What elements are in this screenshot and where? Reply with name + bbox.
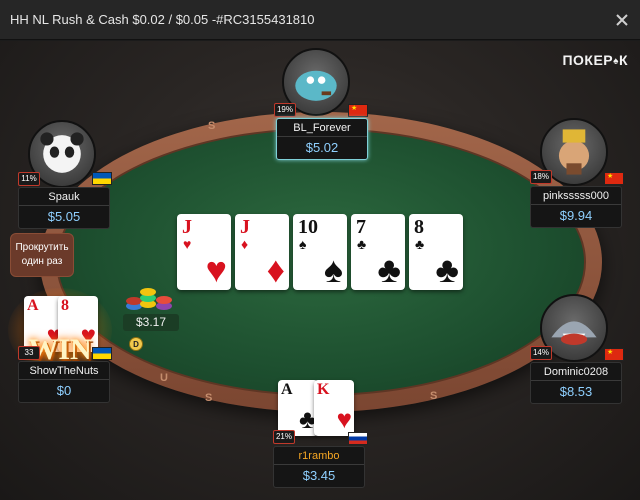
board-card: J ♥ ♥ [177, 214, 231, 290]
window-title: HH NL Rush & Cash $0.02 / $0.05 -#RC3155… [10, 12, 315, 27]
player-name: BL_Forever [277, 119, 367, 137]
player-plate-right[interactable]: pinksssss000 $9.94 [530, 186, 622, 228]
china-flag-icon [604, 172, 624, 185]
player-name: pinksssss000 [531, 187, 621, 205]
player-name: ShowTheNuts [19, 362, 109, 380]
player-plate-right-low[interactable]: Dominic0208 $8.53 [530, 362, 622, 404]
player-name: Dominic0208 [531, 363, 621, 381]
percent-badge: 21% [273, 430, 295, 444]
rail-letter: S [208, 120, 216, 132]
window-title-bar: HH NL Rush & Cash $0.02 / $0.05 -#RC3155… [0, 0, 640, 40]
club-icon: ♣ [435, 250, 459, 290]
diamond-icon: ♦ [266, 250, 285, 290]
board-card: 8 ♣ ♣ [409, 214, 463, 290]
heart-icon: ♥ [205, 250, 227, 290]
player-plate-top[interactable]: BL_Forever $5.02 [276, 118, 368, 160]
brand-logo: ПОКЕР♠К [562, 52, 628, 68]
board-card: 10 ♠ ♠ [293, 214, 347, 290]
run-it-once-button[interactable]: Прокрутить один раз [10, 233, 74, 277]
close-icon[interactable] [614, 12, 630, 28]
ukraine-flag-icon [92, 347, 112, 360]
hole-card: A ♣ [278, 380, 318, 436]
player-stack: $5.02 [305, 140, 339, 155]
russia-flag-icon [348, 432, 368, 445]
china-flag-icon [348, 104, 368, 117]
board-card: 7 ♣ ♣ [351, 214, 405, 290]
player-plate-winner[interactable]: ShowTheNuts $0 [18, 361, 110, 403]
player-plate-hero[interactable]: r1rambo $3.45 [273, 446, 365, 488]
rail-letter: U [160, 372, 168, 384]
player-stack: $3.45 [302, 468, 336, 483]
chip-stack-icon [126, 288, 172, 310]
percent-badge: 33 [18, 346, 40, 360]
percent-badge: 14% [530, 346, 552, 360]
rail-letter: S [430, 390, 438, 402]
percent-badge: 18% [530, 170, 552, 184]
dealer-button: D [129, 337, 143, 351]
player-plate-left[interactable]: Spauk $5.05 [18, 187, 110, 229]
spade-icon: ♠ [323, 250, 343, 290]
player-stack: $0 [56, 383, 72, 398]
player-stack: $5.05 [47, 209, 81, 224]
board-card: J ♦ ♦ [235, 214, 289, 290]
player-stack: $8.53 [559, 384, 593, 399]
player-name: Spauk [19, 188, 109, 206]
percent-badge: 19% [274, 103, 296, 117]
player-name: r1rambo [274, 447, 364, 465]
hole-card: K ♥ [314, 380, 354, 436]
pot-amount: $3.17 [123, 314, 179, 331]
heart-icon: ♥ [336, 405, 352, 434]
china-flag-icon [604, 348, 624, 361]
percent-badge: 11% [18, 172, 40, 186]
rail-letter: S [205, 392, 213, 404]
club-icon: ♣ [377, 250, 401, 290]
player-stack: $9.94 [559, 208, 593, 223]
ukraine-flag-icon [92, 172, 112, 185]
